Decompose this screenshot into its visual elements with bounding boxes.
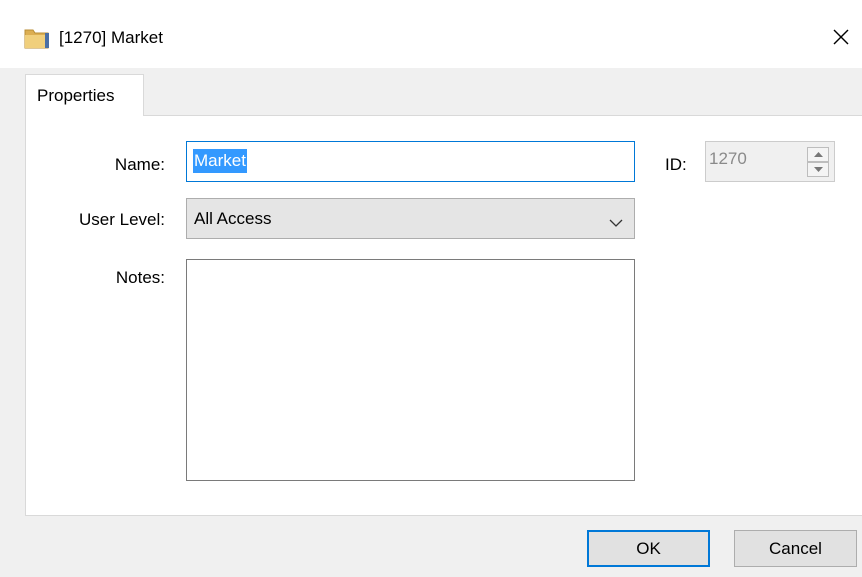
user-level-label: User Level:	[79, 210, 165, 229]
spin-up-button[interactable]	[807, 147, 829, 162]
close-button[interactable]	[826, 22, 856, 52]
user-level-value: All Access	[194, 209, 272, 228]
chevron-down-icon	[609, 213, 623, 227]
name-label: Name:	[114, 155, 165, 174]
user-level-select[interactable]: All Access	[186, 198, 635, 239]
title-bar[interactable]: [1270] Market	[0, 0, 862, 68]
spin-down-button[interactable]	[807, 162, 829, 177]
tab-label: Properties	[37, 86, 115, 105]
tab-properties[interactable]: Properties	[25, 74, 144, 116]
id-spinner: 1270	[705, 141, 835, 182]
window-title: [1270] Market	[59, 28, 163, 47]
notes-textarea[interactable]	[186, 259, 635, 481]
chevron-down-icon	[814, 167, 823, 172]
ok-button[interactable]: OK	[587, 530, 710, 567]
name-input[interactable]: Market	[186, 141, 635, 182]
chevron-up-icon	[814, 152, 823, 157]
close-icon	[833, 29, 849, 45]
cancel-button[interactable]: Cancel	[734, 530, 857, 567]
id-label: ID:	[665, 155, 687, 174]
properties-dialog: [1270] Market Properties Name: User Leve…	[0, 0, 862, 577]
name-value: Market	[193, 149, 247, 173]
notes-label: Notes:	[115, 268, 165, 287]
folder-icon	[24, 26, 50, 50]
id-value: 1270	[709, 149, 747, 168]
